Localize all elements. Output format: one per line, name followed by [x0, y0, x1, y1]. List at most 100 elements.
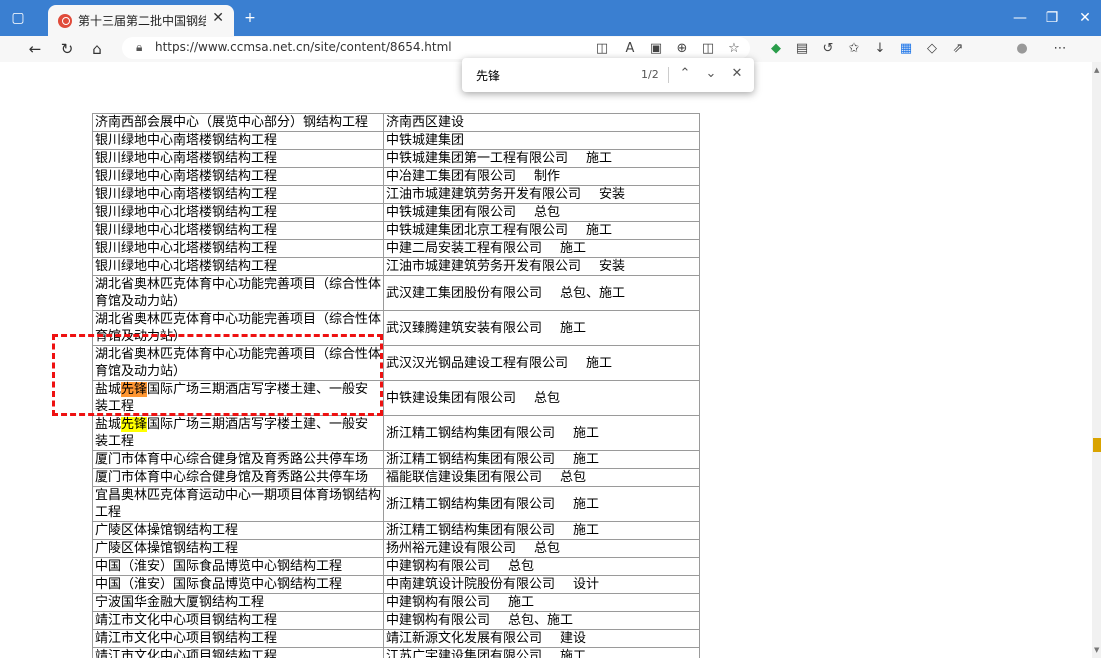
company-text: 江苏广宇建设集团有限公司	[386, 649, 543, 658]
company-text: 中铁城建集团北京工程有限公司	[386, 223, 569, 238]
favorites-icon[interactable]: ✩	[844, 40, 864, 58]
project-cell: 银川绿地中心北塔楼钢结构工程	[92, 239, 384, 258]
project-cell: 盐城先锋国际广场三期酒店写字楼土建、一般安装工程	[92, 415, 384, 451]
immersive-reader-icon[interactable]: ◫	[592, 40, 612, 58]
page-scrollbar[interactable]	[1092, 62, 1101, 658]
role-text: 建设	[560, 631, 587, 646]
tab-bar: ▢ 第十三届第二批中国钢结构金奖 ✕ + — ❐ ✕	[0, 0, 1101, 36]
collections-icon[interactable]: ▦	[896, 40, 916, 58]
role-text: 总包	[534, 390, 561, 406]
close-icon[interactable]: ✕	[212, 10, 224, 26]
find-input[interactable]	[474, 67, 628, 83]
company-cell: 福能联信建设集团有限公司 总包	[383, 468, 700, 487]
role-text: 施工	[586, 223, 613, 238]
site-favicon-icon	[58, 14, 72, 28]
company-cell: 中铁城建集团北京工程有限公司 施工	[383, 221, 700, 240]
project-cell: 靖江市文化中心项目钢结构工程	[92, 629, 384, 648]
restore-button[interactable]: ❐	[1042, 8, 1062, 28]
table-row: 银川绿地中心北塔楼钢结构工程 江油市城建建筑劳务开发有限公司 安装	[92, 257, 700, 276]
browser-essentials-icon[interactable]: ◇	[922, 40, 942, 58]
table-row: 广陵区体操馆钢结构工程 浙江精工钢结构集团有限公司 施工	[92, 521, 700, 540]
company-cell: 浙江精工钢结构集团有限公司 施工	[383, 450, 700, 469]
company-cell: 江苏广宇建设集团有限公司 施工	[383, 647, 700, 658]
more-menu-icon[interactable]: ⋯	[1050, 40, 1070, 58]
close-icon[interactable]: ✕	[728, 66, 746, 81]
company-cell: 靖江新源文化发展有限公司 建设	[383, 629, 700, 648]
tab-title: 第十三届第二批中国钢结构金奖	[78, 14, 206, 28]
project-cell: 中国（淮安）国际食品博览中心钢结构工程	[92, 575, 384, 594]
profile-avatar-icon[interactable]: ●	[1012, 40, 1032, 58]
company-cell: 武汉臻腾建筑安装有限公司 施工	[383, 310, 700, 346]
back-arrow-icon[interactable]: ←	[24, 38, 46, 60]
project-cell: 银川绿地中心北塔楼钢结构工程	[92, 257, 384, 276]
hd-icon[interactable]: ▣	[646, 40, 666, 58]
table-row: 宜昌奥林匹克体育运动中心一期项目体育场钢结构工程 浙江精工钢结构集团有限公司 施工	[92, 486, 700, 522]
highlight-annotation-box	[52, 334, 383, 416]
company-cell: 江油市城建建筑劳务开发有限公司 安装	[383, 185, 700, 204]
share-icon[interactable]: ⇗	[948, 40, 968, 58]
table-row: 银川绿地中心南塔楼钢结构工程 江油市城建建筑劳务开发有限公司 安装	[92, 185, 700, 204]
table-row: 银川绿地中心北塔楼钢结构工程 中建二局安装工程有限公司 施工	[92, 239, 700, 258]
company-text: 中铁城建集团第一工程有限公司	[386, 151, 569, 166]
company-cell: 济南西区建设	[383, 113, 700, 132]
table-row: 银川绿地中心南塔楼钢结构工程 中铁城建集团第一工程有限公司 施工	[92, 149, 700, 168]
table-row: 银川绿地中心南塔楼钢结构工程 中铁城建集团	[92, 131, 700, 150]
company-text: 中建钢构有限公司	[386, 613, 491, 628]
divider	[668, 67, 669, 83]
project-cell: 银川绿地中心南塔楼钢结构工程	[92, 185, 384, 204]
refresh-icon[interactable]: ↻	[56, 38, 78, 60]
project-cell: 银川绿地中心南塔楼钢结构工程	[92, 149, 384, 168]
company-cell: 浙江精工钢结构集团有限公司 施工	[383, 415, 700, 451]
table-row: 广陵区体操馆钢结构工程 扬州裕元建设有限公司 总包	[92, 539, 700, 558]
download-icon[interactable]: ↓	[870, 40, 890, 58]
project-cell: 靖江市文化中心项目钢结构工程	[92, 611, 384, 630]
company-text: 武汉臻腾建筑安装有限公司	[386, 320, 543, 336]
url-text[interactable]: https://www.ccmsa.net.cn/site/content/86…	[155, 40, 452, 54]
chevron-down-icon[interactable]: ⌄	[702, 66, 720, 81]
refresh-extension-icon[interactable]: ↺	[818, 40, 838, 58]
minimize-button[interactable]: —	[1010, 8, 1030, 28]
table-row: 中国（淮安）国际食品博览中心钢结构工程 中建钢构有限公司 总包	[92, 557, 700, 576]
role-text: 总包	[508, 559, 535, 574]
add-favorite-icon[interactable]: ☆	[724, 40, 744, 58]
scroll-up-icon[interactable]: ▲	[1094, 66, 1099, 74]
company-text: 浙江精工钢结构集团有限公司	[386, 523, 556, 538]
split-screen-icon[interactable]: ◫	[698, 40, 718, 58]
role-text: 施工	[573, 496, 600, 512]
role-text: 施工	[508, 595, 535, 610]
chevron-up-icon[interactable]: ⌃	[676, 66, 694, 81]
browser-tab[interactable]: 第十三届第二批中国钢结构金奖 ✕	[48, 5, 234, 36]
project-cell: 厦门市体育中心综合健身馆及育秀路公共停车场	[92, 450, 384, 469]
new-tab-button[interactable]: +	[240, 8, 260, 28]
role-text: 施工	[573, 452, 600, 467]
role-text: 施工	[560, 320, 587, 336]
role-text: 施工	[560, 649, 587, 658]
company-text: 中南建筑设计院股份有限公司	[386, 577, 556, 592]
shield-icon[interactable]: ◆	[766, 40, 786, 58]
company-text: 浙江精工钢结构集团有限公司	[386, 425, 556, 441]
table-row: 靖江市文化中心项目钢结构工程 江苏广宇建设集团有限公司 施工	[92, 647, 700, 658]
lock-icon[interactable]: 🔒︎	[136, 40, 142, 55]
table-row: 银川绿地中心北塔楼钢结构工程 中铁城建集团北京工程有限公司 施工	[92, 221, 700, 240]
table-row: 盐城先锋国际广场三期酒店写字楼土建、一般安装工程 浙江精工钢结构集团有限公司 施工	[92, 415, 700, 451]
read-aloud-icon[interactable]: A	[620, 40, 640, 58]
company-cell: 武汉汉光钢品建设工程有限公司 施工	[383, 345, 700, 381]
extension-icon[interactable]: ▤	[792, 40, 812, 58]
table-row: 银川绿地中心南塔楼钢结构工程 中冶建工集团有限公司 制作	[92, 167, 700, 186]
table-row: 厦门市体育中心综合健身馆及育秀路公共停车场 福能联信建设集团有限公司 总包	[92, 468, 700, 487]
company-text: 中铁城建集团有限公司	[386, 205, 517, 220]
zoom-icon[interactable]: ⊕	[672, 40, 692, 58]
project-cell: 广陵区体操馆钢结构工程	[92, 521, 384, 540]
company-text: 福能联信建设集团有限公司	[386, 470, 543, 485]
workspaces-icon[interactable]: ▢	[8, 8, 28, 28]
project-cell: 银川绿地中心南塔楼钢结构工程	[92, 167, 384, 186]
company-cell: 中建钢构有限公司 施工	[383, 593, 700, 612]
home-icon[interactable]: ⌂	[86, 38, 108, 60]
role-text: 设计	[573, 577, 600, 592]
scroll-down-icon[interactable]: ▼	[1094, 646, 1099, 654]
project-cell: 银川绿地中心北塔楼钢结构工程	[92, 221, 384, 240]
table-row: 宁波国华金融大厦钢结构工程 中建钢构有限公司 施工	[92, 593, 700, 612]
close-window-button[interactable]: ✕	[1075, 8, 1095, 28]
find-bar: 1/2 ⌃ ⌄ ✕	[462, 58, 754, 92]
table-row: 银川绿地中心北塔楼钢结构工程 中铁城建集团有限公司 总包	[92, 203, 700, 222]
